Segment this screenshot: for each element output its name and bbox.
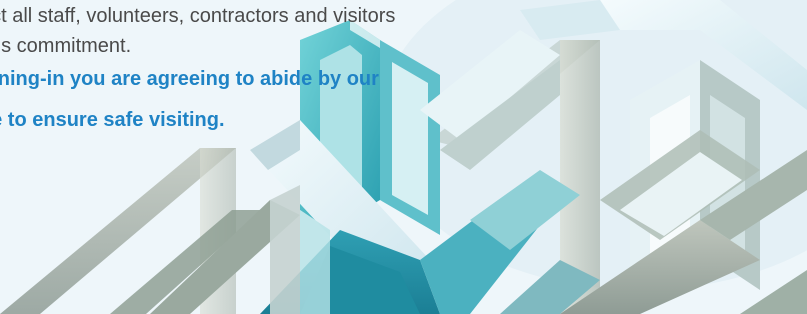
lattice-beam <box>270 185 300 314</box>
notice-line-1: ect all staff, volunteers, contractors a… <box>0 5 396 27</box>
notice-line-2: this commitment. <box>0 35 132 57</box>
lattice-beam <box>392 62 428 215</box>
notice-line-4: ce to ensure safe visiting. <box>0 109 225 131</box>
page: ect all staff, volunteers, contractors a… <box>0 0 807 314</box>
notice-line-3: igning-in you are agreeing to abide by o… <box>0 68 379 90</box>
